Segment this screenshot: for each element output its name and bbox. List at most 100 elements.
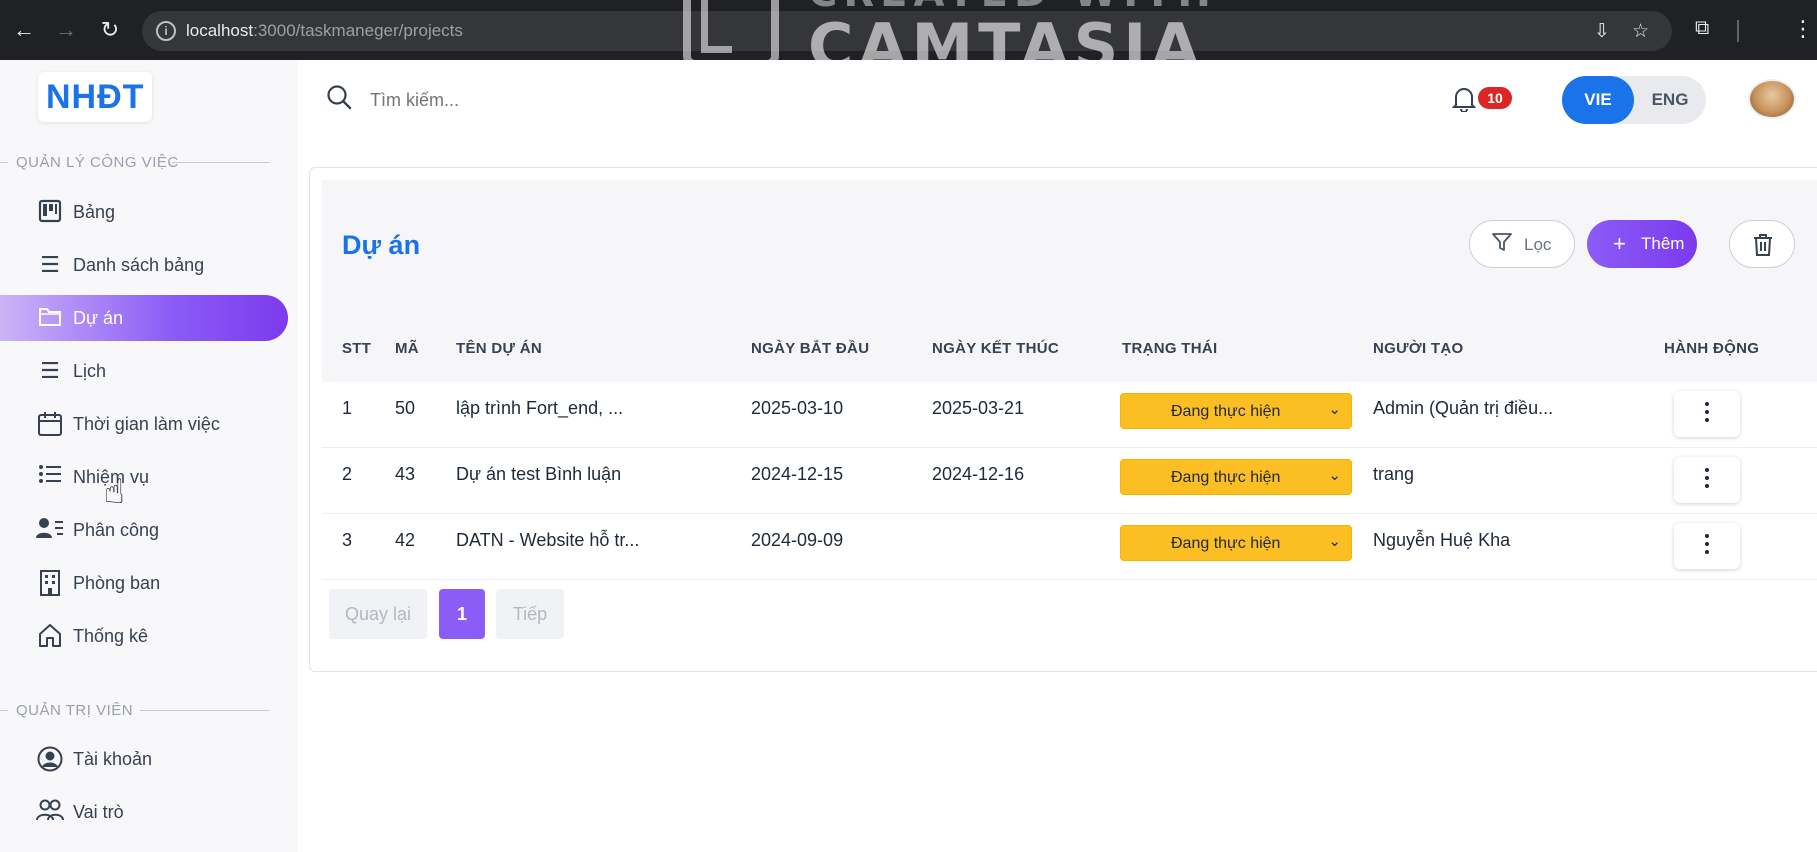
sidebar-item-label: Phòng ban (73, 573, 161, 593)
more-vertical-icon (1705, 534, 1709, 558)
sidebar-item-calendar[interactable]: ☰ Lịch (0, 348, 288, 394)
account-icon (36, 746, 64, 772)
folder-icon (36, 305, 64, 331)
calendar-icon (36, 411, 64, 437)
section-divider (0, 162, 8, 163)
trash-icon (1754, 234, 1772, 256)
cell-start-date: 2024-09-09 (751, 530, 844, 550)
search-icon[interactable] (326, 84, 352, 110)
search-input[interactable] (370, 86, 1070, 114)
sidebar-item-label: Thời gian làm việc (73, 414, 220, 434)
cell-code: 43 (395, 464, 416, 484)
section-admin: QUẢN TRỊ VIÊN (0, 700, 270, 720)
sidebar-item-label: Bảng (73, 202, 116, 222)
section-admin-label: QUẢN TRỊ VIÊN (16, 702, 134, 719)
chevron-down-icon: ⌄ (1328, 401, 1341, 418)
toolbar-divider (1737, 20, 1739, 42)
sidebar-item-projects[interactable]: Dự án (0, 295, 288, 341)
install-icon[interactable]: ⇩ (1594, 20, 1610, 43)
status-value: Đang thực hiện (1171, 535, 1281, 552)
status-value: Đang thực hiện (1171, 403, 1281, 420)
cell-code: 50 (395, 398, 416, 418)
plus-icon: + (1613, 231, 1626, 256)
sidebar-item-roles[interactable]: Vai trò (0, 789, 288, 835)
section-work-label: QUẢN LÝ CÔNG VIỆC (16, 154, 179, 171)
sidebar-item-departments[interactable]: Phòng ban (0, 560, 288, 606)
star-icon[interactable]: ☆ (1632, 20, 1649, 43)
cell-end-date: 2025-03-21 (932, 398, 1025, 418)
sidebar-item-label: Phân công (73, 520, 160, 540)
page-title: Dự án (342, 230, 421, 260)
filter-button[interactable]: Lọc (1469, 220, 1575, 268)
cell-creator: Nguyễn Huệ Kha (1373, 530, 1511, 550)
sidebar-item-label: Lịch (73, 361, 107, 381)
col-status: TRẠNG THÁI (1122, 340, 1218, 357)
assign-icon (36, 517, 64, 543)
sidebar-item-tasks[interactable]: Nhiệm vụ (0, 454, 288, 500)
table-row[interactable]: 2 43 Dự án test Bình luận 2024-12-15 202… (322, 448, 1817, 514)
app-logo[interactable]: NHĐT (38, 72, 153, 122)
add-project-button[interactable]: + Thêm (1587, 220, 1697, 268)
row-actions-button[interactable] (1674, 457, 1740, 503)
lang-vie-option[interactable]: VIE (1562, 76, 1634, 124)
site-info-icon[interactable]: i (156, 21, 176, 41)
language-toggle[interactable]: VIE ENG (1562, 76, 1706, 124)
url-text: localhost:3000/taskmaneger/projects (186, 21, 463, 41)
task-list-icon (36, 464, 64, 490)
forward-icon[interactable]: → (52, 16, 80, 44)
sidebar-item-label: Danh sách bảng (73, 255, 205, 275)
more-vertical-icon (1705, 468, 1709, 492)
page-1-button[interactable]: 1 (439, 589, 485, 639)
cell-stt: 2 (342, 464, 353, 484)
cell-code: 42 (395, 530, 416, 550)
delete-button[interactable] (1729, 220, 1795, 268)
table-header: STT MÃ TÊN DỰ ÁN NGÀY BẮT ĐẦU NGÀY KẾT T… (322, 312, 1817, 382)
filter-label: Lọc (1524, 235, 1552, 254)
col-end-date: NGÀY KẾT THÚC (932, 340, 1059, 357)
status-select[interactable]: Đang thực hiện ⌄ (1120, 393, 1352, 429)
section-work: QUẢN LÝ CÔNG VIỆC (0, 152, 270, 172)
cell-name: Dự án test Bình luận (456, 464, 622, 484)
sidebar-item-statistics[interactable]: Thống kê (0, 613, 288, 659)
sidebar: NHĐT QUẢN LÝ CÔNG VIỆC Bảng ☰ Danh sách … (0, 60, 298, 852)
chevron-down-icon: ⌄ (1328, 533, 1341, 550)
table-row[interactable]: 3 42 DATN - Website hỗ tr... 2024-09-09 … (322, 514, 1817, 580)
sidebar-item-board-list[interactable]: ☰ Danh sách bảng (0, 242, 288, 288)
bell-icon[interactable] (1451, 86, 1477, 119)
next-page-button[interactable]: Tiếp (496, 589, 564, 639)
list-icon: ☰ (40, 252, 60, 277)
back-icon[interactable]: ← (10, 16, 38, 44)
cell-creator: Admin (Quản trị điều... (1373, 398, 1554, 418)
home-icon (36, 623, 64, 649)
avatar[interactable] (1748, 79, 1796, 119)
extensions-icon[interactable]: ⧉ (1695, 17, 1709, 40)
sidebar-item-board[interactable]: Bảng (0, 189, 288, 235)
lang-eng-option[interactable]: ENG (1634, 76, 1706, 124)
section-divider (140, 710, 270, 711)
section-divider (172, 162, 270, 163)
projects-card: Dự án Lọc + Thêm STT MÃ TÊN DỰ ÁN NGÀY B… (309, 167, 1817, 672)
cell-start-date: 2024-12-15 (751, 464, 844, 484)
reload-icon[interactable]: ↻ (96, 16, 124, 44)
table-row[interactable]: 1 50 lập trình Fort_end, ... 2025-03-10 … (322, 382, 1817, 448)
prev-page-button[interactable]: Quay lại (329, 589, 427, 639)
row-actions-button[interactable] (1674, 523, 1740, 569)
chevron-down-icon: ⌄ (1328, 467, 1341, 484)
col-name: TÊN DỰ ÁN (456, 340, 542, 357)
col-actions: HÀNH ĐỘNG (1664, 340, 1760, 357)
sidebar-item-label: Thống kê (73, 626, 149, 646)
row-actions-button[interactable] (1674, 391, 1740, 437)
status-select[interactable]: Đang thực hiện ⌄ (1120, 459, 1352, 495)
url-host: localhost (186, 21, 254, 40)
notification-badge: 10 (1478, 87, 1512, 109)
cell-name: lập trình Fort_end, ... (456, 398, 624, 418)
sidebar-item-assignment[interactable]: Phân công (0, 507, 288, 553)
cell-name: DATN - Website hỗ tr... (456, 530, 640, 550)
more-menu-icon[interactable]: ⋮ (1792, 16, 1814, 42)
sidebar-item-work-time[interactable]: Thời gian làm việc (0, 401, 288, 447)
sidebar-item-accounts[interactable]: Tài khoản (0, 736, 288, 782)
status-select[interactable]: Đang thực hiện ⌄ (1120, 525, 1352, 561)
list-icon: ☰ (40, 358, 60, 383)
sidebar-item-label: Dự án (73, 308, 124, 328)
cell-stt: 3 (342, 530, 353, 550)
